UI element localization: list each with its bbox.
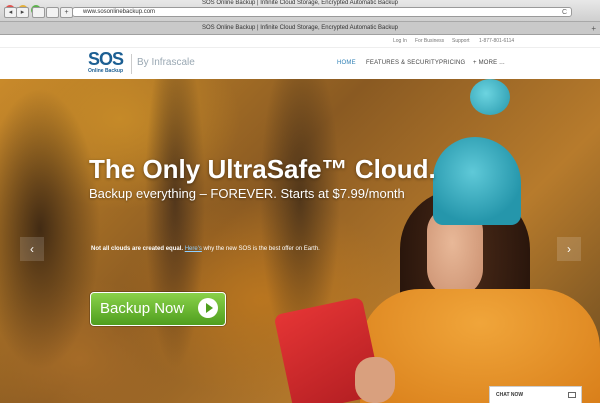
login-link[interactable]: Log In [393, 35, 407, 47]
nav-more[interactable]: + MORE ... [473, 58, 505, 68]
hero-subline: Backup everything – FOREVER. Starts at $… [89, 186, 405, 201]
hero-photo-pompom [470, 79, 510, 115]
hero-photo-hand [355, 357, 395, 403]
byline: By Infrascale [137, 57, 195, 68]
backup-now-label: Backup Now [100, 300, 185, 317]
sos-logo[interactable]: SOS Online Backup [88, 49, 124, 75]
hero-headline: The Only UltraSafe™ Cloud. [89, 154, 436, 184]
logo-subtext: Online Backup [88, 68, 124, 74]
window-title: SOS Online Backup | Infinite Cloud Stora… [202, 0, 398, 6]
add-tab-icon[interactable]: + [591, 22, 596, 35]
site-header: SOS Online Backup By Infrascale HOME FEA… [0, 47, 600, 79]
logo-divider [131, 54, 132, 74]
address-bar[interactable]: www.sosonlinebackup.com C [72, 7, 572, 17]
carousel-next-arrow[interactable]: › [557, 237, 581, 261]
tagline-rest: why the new SOS is the best offer on Ear… [203, 246, 320, 252]
nav-pricing[interactable]: PRICING [439, 58, 465, 68]
active-tab[interactable]: SOS Online Backup | Infinite Cloud Stora… [0, 22, 600, 35]
hero-photo-hat [433, 137, 521, 225]
nav-home[interactable]: HOME [337, 58, 356, 68]
phone-number[interactable]: 1-877-801-6114 [479, 35, 514, 47]
icloud-tabs-button[interactable] [32, 7, 45, 18]
hero-tagline: Not all clouds are created equal. Here's… [91, 245, 320, 253]
nav-features-security[interactable]: FEATURES & SECURITY [366, 58, 439, 68]
forward-button[interactable]: ▸ [16, 7, 29, 18]
play-icon [198, 298, 218, 318]
support-link[interactable]: Support [452, 35, 470, 47]
chat-now-label: CHAT NOW [496, 392, 524, 398]
carousel-prev-arrow[interactable]: ‹ [20, 237, 44, 261]
reload-icon[interactable]: C [562, 8, 567, 17]
for-business-link[interactable]: For Business [415, 35, 444, 47]
utility-nav: Log In For Business Support 1-877-801-61… [0, 35, 600, 47]
chat-window-icon [568, 392, 576, 398]
logo-text: SOS [88, 49, 124, 69]
chat-now-widget[interactable]: CHAT NOW [489, 386, 582, 403]
share-button[interactable] [46, 7, 59, 18]
tagline-link[interactable]: Here's [185, 246, 202, 252]
hero-banner: The Only UltraSafe™ Cloud. Backup everyt… [0, 79, 600, 403]
tab-strip: SOS Online Backup | Infinite Cloud Stora… [0, 22, 600, 35]
tagline-bold: Not all clouds are created equal. [91, 246, 184, 252]
address-bar-url: www.sosonlinebackup.com [83, 9, 156, 15]
browser-title-bar: SOS Online Backup | Infinite Cloud Stora… [0, 0, 600, 22]
backup-now-button[interactable]: Backup Now [90, 292, 226, 326]
